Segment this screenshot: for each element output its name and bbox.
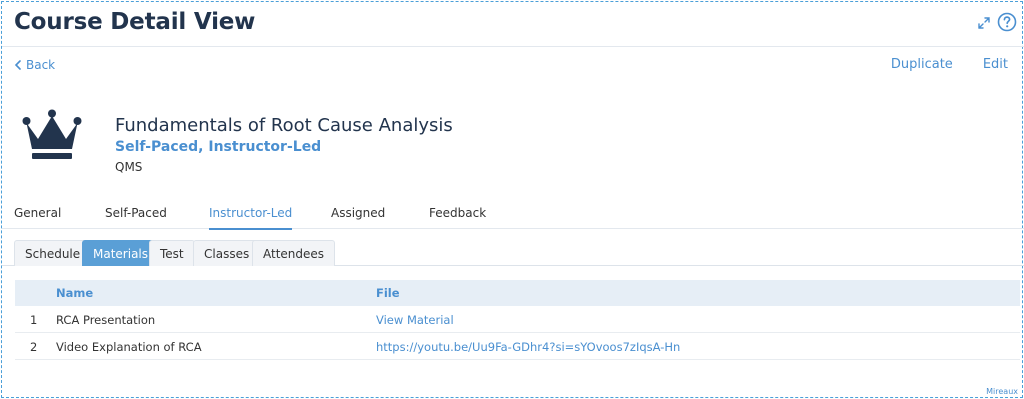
tab-self-paced[interactable]: Self-Paced bbox=[105, 206, 167, 228]
subtab-schedule[interactable]: Schedule bbox=[14, 240, 92, 266]
material-name: Video Explanation of RCA bbox=[56, 340, 202, 354]
subtab-materials[interactable]: Materials bbox=[82, 240, 160, 266]
material-file-link[interactable]: View Material bbox=[376, 313, 454, 327]
course-category: QMS bbox=[115, 160, 143, 174]
column-header-file[interactable]: File bbox=[376, 286, 400, 300]
table-row: 2 Video Explanation of RCA https://youtu… bbox=[15, 333, 1020, 360]
material-name: RCA Presentation bbox=[56, 313, 156, 327]
chevron-left-icon bbox=[14, 60, 21, 70]
table-header: Name File bbox=[15, 280, 1020, 306]
subtab-attendees[interactable]: Attendees bbox=[252, 240, 336, 266]
duplicate-button[interactable]: Duplicate bbox=[891, 57, 953, 72]
help-icon[interactable] bbox=[997, 12, 1017, 32]
tab-assigned[interactable]: Assigned bbox=[331, 206, 385, 228]
course-title: Fundamentals of Root Cause Analysis bbox=[115, 115, 453, 136]
top-actions: Duplicate Edit bbox=[891, 57, 1008, 72]
tab-general[interactable]: General bbox=[14, 206, 61, 228]
watermark: Mireaux bbox=[986, 387, 1018, 396]
materials-table: Name File 1 RCA Presentation View Materi… bbox=[15, 280, 1020, 360]
subtab-classes[interactable]: Classes bbox=[193, 240, 261, 266]
row-index: 2 bbox=[30, 340, 38, 354]
sub-tabs: Schedule Materials Test Classes Attendee… bbox=[2, 240, 1024, 266]
page-header: Course Detail View bbox=[2, 2, 1024, 47]
edit-button[interactable]: Edit bbox=[983, 57, 1008, 72]
page-title: Course Detail View bbox=[14, 9, 256, 35]
tab-instructor-led[interactable]: Instructor-Led bbox=[209, 206, 293, 230]
table-row: 1 RCA Presentation View Material bbox=[15, 306, 1020, 333]
expand-icon[interactable] bbox=[976, 15, 992, 31]
material-file-link[interactable]: https://youtu.be/Uu9Fa-GDhr4?si=sYOvoos7… bbox=[376, 340, 680, 354]
row-index: 1 bbox=[30, 313, 38, 327]
back-label: Back bbox=[26, 58, 56, 72]
tab-feedback[interactable]: Feedback bbox=[429, 206, 486, 228]
subtab-test[interactable]: Test bbox=[149, 240, 195, 266]
column-header-name[interactable]: Name bbox=[56, 286, 93, 300]
back-button[interactable]: Back bbox=[14, 58, 55, 72]
main-tabs: General Self-Paced Instructor-Led Assign… bbox=[2, 203, 1024, 230]
crown-icon bbox=[22, 109, 82, 159]
course-type: Self-Paced, Instructor-Led bbox=[115, 139, 322, 155]
page-frame: Course Detail View Back Duplicate Edit F… bbox=[1, 1, 1024, 398]
